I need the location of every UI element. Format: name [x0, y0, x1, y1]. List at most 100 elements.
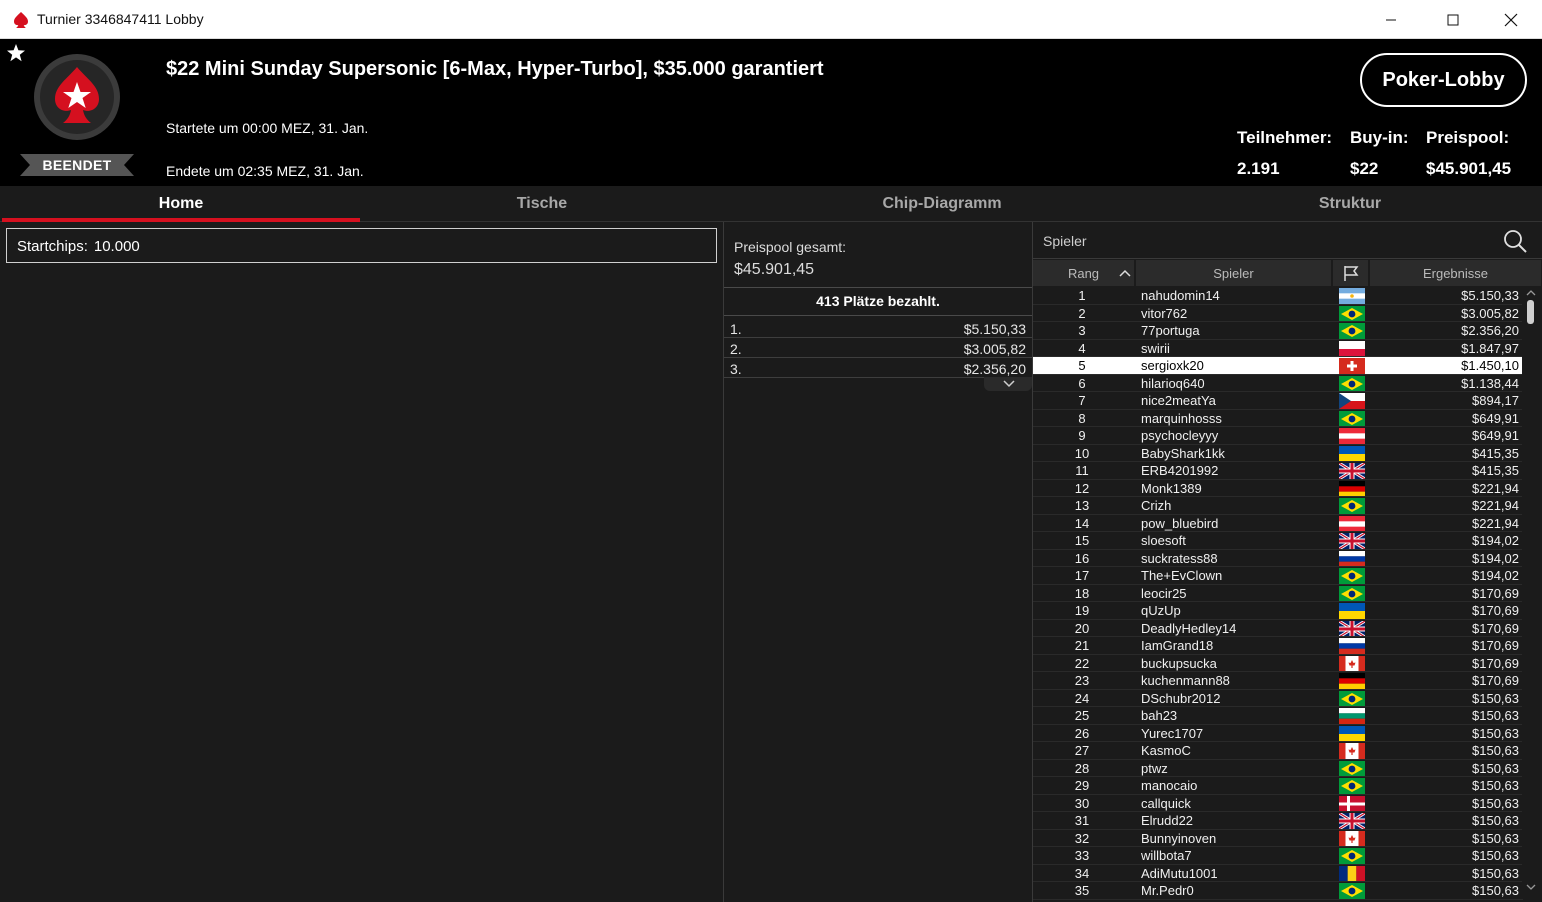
player-row[interactable]: 13 Crizh $221,94 [1033, 497, 1523, 515]
player-name: qUzUp [1141, 603, 1181, 618]
player-row[interactable]: 17 The+EvClown $194,02 [1033, 567, 1523, 585]
player-result: $415,35 [1472, 445, 1519, 461]
player-row[interactable]: 23 kuchenmann88 $170,69 [1033, 672, 1523, 690]
player-rank: 25 [1074, 708, 1090, 723]
player-row[interactable]: 19 qUzUp $170,69 [1033, 602, 1523, 620]
player-row[interactable]: 8 marquinhosss $649,91 [1033, 410, 1523, 428]
search-placeholder: Spieler [1043, 233, 1087, 249]
maximize-button[interactable] [1430, 0, 1476, 39]
player-name: IamGrand18 [1141, 638, 1214, 653]
player-result: $221,94 [1472, 480, 1519, 496]
player-row[interactable]: 35 Mr.Pedr0 $150,63 [1033, 882, 1523, 900]
player-row[interactable]: 31 Elrudd22 $150,63 [1033, 812, 1523, 830]
player-result: $221,94 [1472, 498, 1519, 513]
country-flag-icon [1339, 515, 1365, 532]
player-row[interactable]: 26 Yurec1707 $150,63 [1033, 725, 1523, 743]
player-row[interactable]: 25 bah23 $150,63 [1033, 707, 1523, 725]
player-row[interactable]: 20 DeadlyHedley14 $170,69 [1033, 620, 1523, 638]
player-result: $150,63 [1472, 743, 1519, 758]
tournament-name: $22 Mini Sunday Supersonic [6-Max, Hyper… [166, 58, 824, 80]
country-flag-icon [1339, 323, 1365, 339]
favorite-star-icon[interactable] [6, 43, 26, 63]
player-name: leocir25 [1141, 585, 1187, 601]
player-row[interactable]: 27 KasmoC $150,63 [1033, 742, 1523, 760]
player-row[interactable]: 22 buckupsucka $170,69 [1033, 655, 1523, 673]
player-row[interactable]: 30 callquick $150,63 [1033, 795, 1523, 813]
window-title-bar: Turnier 3346847411 Lobby [0, 0, 1542, 39]
player-result: $150,63 [1472, 865, 1519, 881]
player-rank: 4 [1078, 340, 1086, 356]
player-row[interactable]: 32 Bunnyinoven $150,63 [1033, 830, 1523, 848]
close-button[interactable] [1488, 0, 1534, 39]
player-row[interactable]: 9 psychocleyyy $649,91 [1033, 427, 1523, 445]
player-result: $170,69 [1472, 655, 1519, 671]
tab-chip-diagramm[interactable]: Chip-Diagramm [762, 186, 1122, 222]
player-rank: 16 [1074, 550, 1090, 566]
column-header-player[interactable]: Spieler [1136, 260, 1332, 286]
country-flag-icon [1339, 690, 1365, 707]
scroll-down-icon[interactable] [1525, 882, 1537, 892]
search-icon[interactable] [1502, 228, 1528, 254]
poker-lobby-button[interactable]: Poker-Lobby [1360, 53, 1527, 107]
prize-row: 3. $2.356,20 [724, 358, 1032, 378]
player-list-scrollbar[interactable] [1522, 286, 1540, 898]
tab-struktur[interactable]: Struktur [1170, 186, 1530, 222]
player-rank: 19 [1074, 603, 1090, 618]
country-flag-icon [1339, 340, 1365, 357]
tab-home[interactable]: Home [2, 186, 360, 222]
player-row[interactable]: 2 vitor762 $3.005,82 [1033, 305, 1523, 323]
pokerstars-logo [34, 54, 120, 140]
player-row[interactable]: 16 suckratess88 $194,02 [1033, 550, 1523, 568]
player-row[interactable]: 34 AdiMutu1001 $150,63 [1033, 865, 1523, 883]
player-row[interactable]: 4 swirii $1.847,97 [1033, 340, 1523, 358]
sort-ascending-icon [1119, 269, 1131, 277]
tab-tische[interactable]: Tische [362, 186, 722, 222]
column-header-country[interactable] [1333, 260, 1369, 286]
prize-row: 1. $5.150,33 [724, 318, 1032, 338]
tournament-header: BEENDET $22 Mini Sunday Supersonic [6-Ma… [0, 39, 1542, 186]
country-flag-icon [1339, 865, 1365, 882]
chevron-down-icon[interactable] [1002, 379, 1016, 389]
prize-place: 1. [730, 321, 742, 337]
country-flag-icon [1339, 463, 1365, 479]
minimize-button[interactable] [1368, 0, 1414, 39]
participants-label: Teilnehmer: [1237, 128, 1333, 147]
scrollbar-thumb[interactable] [1527, 300, 1534, 324]
player-row[interactable]: 29 manocaio $150,63 [1033, 777, 1523, 795]
country-flag-icon [1339, 638, 1365, 654]
player-search-input[interactable]: Spieler [1033, 222, 1542, 259]
player-name: swirii [1141, 340, 1170, 356]
player-row[interactable]: 6 hilarioq640 $1.138,44 [1033, 375, 1523, 393]
player-row[interactable]: 24 DSchubr2012 $150,63 [1033, 690, 1523, 708]
player-rank: 6 [1078, 375, 1086, 391]
player-row[interactable]: 1 nahudomin14 $5.150,33 [1033, 287, 1523, 305]
player-rank: 22 [1074, 655, 1090, 671]
scroll-up-icon[interactable] [1525, 288, 1537, 298]
column-header-rank[interactable]: Rang [1033, 260, 1135, 286]
player-row[interactable]: 3 77portuga $2.356,20 [1033, 322, 1523, 340]
pool-value: $45.901,45 [734, 261, 815, 278]
player-row[interactable]: 15 sloesoft $194,02 [1033, 532, 1523, 550]
player-row[interactable]: 28 ptwz $150,63 [1033, 760, 1523, 778]
player-row[interactable]: 10 BabyShark1kk $415,35 [1033, 445, 1523, 463]
tab-bar: Home Tische Chip-Diagramm Struktur [0, 186, 1542, 222]
buyin-label: Buy-in: [1350, 128, 1409, 147]
player-row[interactable]: 21 IamGrand18 $170,69 [1033, 637, 1523, 655]
player-row[interactable]: 12 Monk1389 $221,94 [1033, 480, 1523, 498]
home-info-panel: Startchips: 10.000 [0, 222, 723, 902]
column-header-results[interactable]: Ergebnisse [1370, 260, 1542, 286]
player-row[interactable]: 5 sergioxk20 $1.450,10 [1033, 357, 1523, 375]
player-name: 77portuga [1141, 323, 1200, 338]
player-row[interactable]: 33 willbota7 $150,63 [1033, 847, 1523, 865]
prize-amount: $2.356,20 [963, 361, 1026, 377]
player-rank: 5 [1078, 358, 1086, 373]
player-row[interactable]: 14 pow_bluebird $221,94 [1033, 515, 1523, 533]
country-flag-icon [1339, 375, 1365, 392]
player-rank: 1 [1078, 288, 1086, 303]
player-row[interactable]: 7 nice2meatYa $894,17 [1033, 392, 1523, 410]
player-result: $150,63 [1472, 725, 1519, 741]
player-row[interactable]: 18 leocir25 $170,69 [1033, 585, 1523, 603]
player-row[interactable]: 11 ERB4201992 $415,35 [1033, 462, 1523, 480]
player-name: psychocleyyy [1141, 428, 1219, 443]
player-name: hilarioq640 [1141, 375, 1205, 391]
